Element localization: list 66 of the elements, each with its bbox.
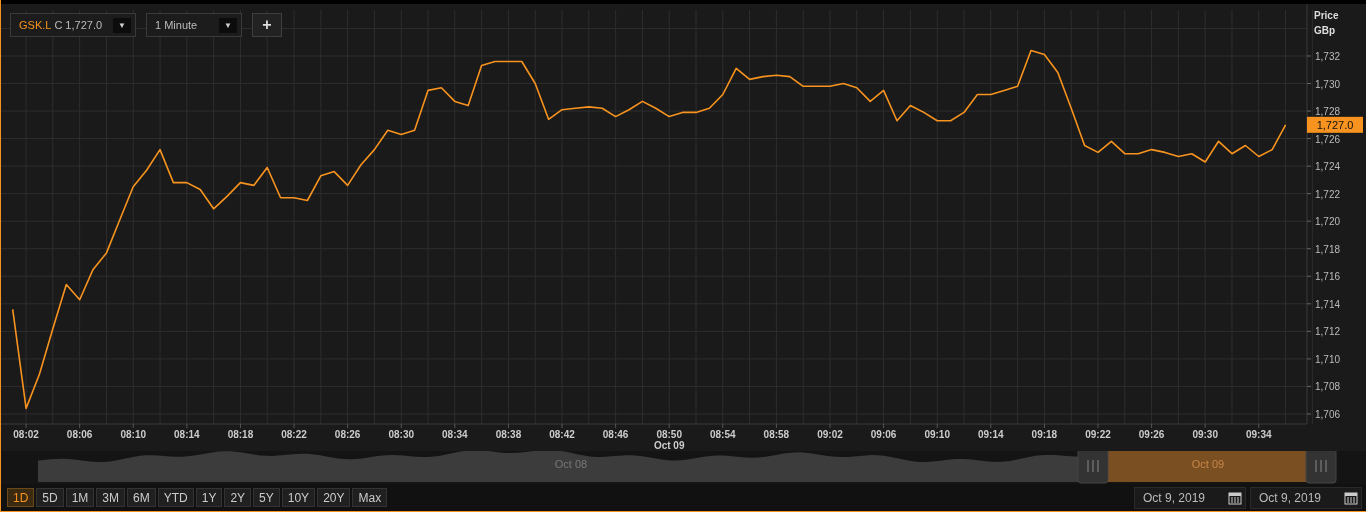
range-button[interactable]: YTD bbox=[157, 488, 194, 507]
y-axis-label: 1,730 bbox=[1315, 78, 1341, 90]
x-axis-label: 08:42 bbox=[549, 429, 575, 440]
y-axis-label: 1,714 bbox=[1315, 298, 1341, 310]
x-axis-label: 08:18 bbox=[227, 429, 254, 440]
y-axis-label: 1,706 bbox=[1315, 408, 1341, 420]
range-button[interactable]: 20Y bbox=[317, 488, 351, 507]
calendar-icon[interactable] bbox=[1344, 490, 1358, 505]
x-axis-label: 08:58 bbox=[763, 429, 790, 440]
x-axis-label: 09:30 bbox=[1192, 429, 1218, 440]
range-button[interactable]: 2Y bbox=[224, 488, 252, 507]
axis-title: Price bbox=[1314, 10, 1339, 21]
y-axis-label: 1,708 bbox=[1315, 381, 1341, 393]
y-axis-label: 1,726 bbox=[1315, 133, 1341, 145]
symbol-dropdown[interactable]: GSK.L C 1,727.0 ▼ bbox=[10, 13, 136, 37]
range-button[interactable]: 1Y bbox=[195, 488, 223, 507]
y-axis-label: 1,732 bbox=[1315, 51, 1341, 62]
range-selection[interactable] bbox=[1108, 450, 1306, 482]
range-handle[interactable] bbox=[1305, 448, 1337, 484]
x-axis-label: 08:50 bbox=[656, 429, 682, 440]
range-button[interactable]: Max bbox=[352, 488, 388, 507]
y-axis-label: 1,716 bbox=[1315, 271, 1341, 283]
y-axis-label: 1,718 bbox=[1315, 243, 1341, 255]
y-axis-label: 1,728 bbox=[1315, 106, 1341, 118]
x-axis-label: 09:14 bbox=[978, 429, 1004, 440]
x-axis-label: 08:34 bbox=[442, 429, 468, 440]
range-button[interactable]: 6M bbox=[127, 488, 156, 507]
y-axis-label: 1,724 bbox=[1315, 161, 1341, 173]
x-axis-label: 09:10 bbox=[924, 429, 950, 440]
range-button[interactable]: 1M bbox=[65, 488, 95, 507]
y-axis-label: 1,722 bbox=[1315, 188, 1341, 200]
x-axis-label: 09:18 bbox=[1031, 429, 1058, 440]
range-button[interactable]: 5D bbox=[36, 488, 64, 507]
y-axis-label: 1,712 bbox=[1315, 326, 1341, 338]
calendar-icon[interactable] bbox=[1228, 490, 1242, 505]
x-axis-label: 08:54 bbox=[710, 429, 736, 440]
axis-unit: GBp bbox=[1314, 25, 1336, 36]
add-button[interactable]: + bbox=[252, 13, 282, 37]
x-axis-label: 08:10 bbox=[120, 429, 147, 440]
x-axis-label: 08:06 bbox=[66, 429, 93, 440]
x-axis-label: 08:22 bbox=[281, 429, 307, 440]
x-axis-label: 08:38 bbox=[495, 429, 522, 440]
x-axis-label: 08:30 bbox=[388, 429, 414, 440]
caret-icon[interactable]: ▼ bbox=[219, 17, 237, 33]
x-axis-label: 08:14 bbox=[174, 429, 200, 440]
x-axis-label: 09:26 bbox=[1138, 429, 1165, 440]
y-axis-label: 1,720 bbox=[1315, 216, 1341, 228]
x-axis-label: 08:26 bbox=[334, 429, 361, 440]
date-field[interactable]: Oct 9, 2019 bbox=[1250, 486, 1362, 509]
navigator-label: Oct 09 bbox=[1191, 458, 1225, 470]
range-button[interactable]: 1D bbox=[7, 488, 35, 507]
caret-icon[interactable]: ▼ bbox=[113, 17, 131, 33]
range-button[interactable]: 3M bbox=[96, 488, 126, 507]
y-axis-label: 1,710 bbox=[1315, 353, 1341, 365]
x-axis-label: 08:46 bbox=[602, 429, 629, 440]
range-button[interactable]: 5Y bbox=[253, 488, 280, 507]
x-axis-label: 09:22 bbox=[1085, 429, 1111, 440]
date-label: Oct 09 bbox=[653, 440, 685, 451]
date-field[interactable]: Oct 9, 2019 bbox=[1134, 486, 1246, 509]
x-axis-label: 09:34 bbox=[1245, 429, 1272, 440]
x-axis-label: 09:06 bbox=[870, 429, 897, 440]
interval-dropdown[interactable]: 1 Minute ▼ bbox=[146, 13, 242, 37]
range-button[interactable]: 10Y bbox=[281, 488, 316, 507]
x-axis-label: 09:02 bbox=[817, 429, 843, 440]
x-axis-label: 08:02 bbox=[13, 429, 39, 440]
range-handle[interactable] bbox=[1077, 448, 1109, 484]
